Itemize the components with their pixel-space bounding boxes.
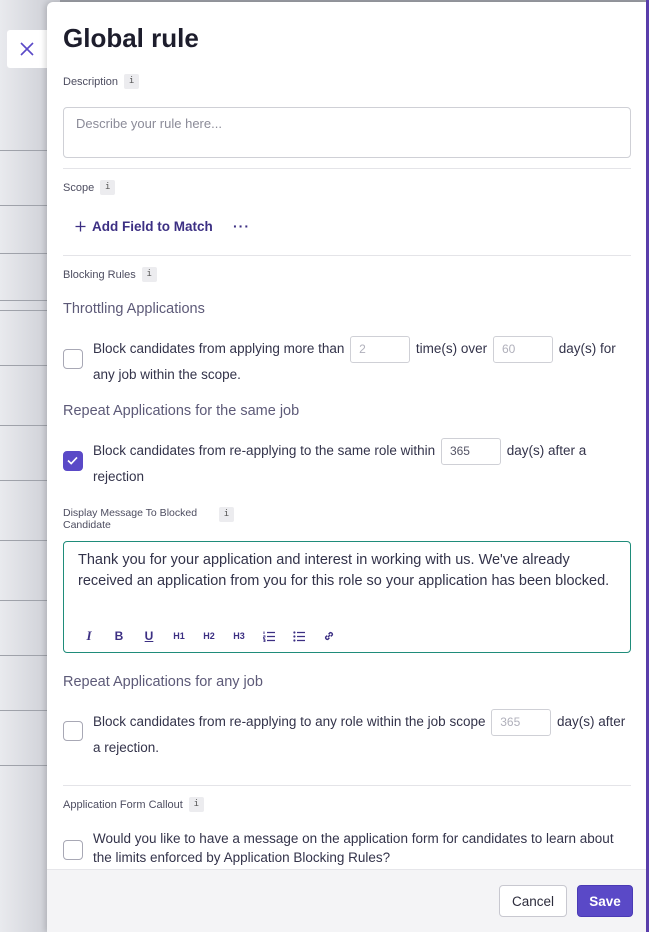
background-divider <box>0 300 48 301</box>
ordered-list-icon <box>262 631 275 642</box>
scope-label: Scope i <box>63 180 116 195</box>
divider <box>63 785 631 786</box>
throttling-section-title: Throttling Applications <box>63 301 205 317</box>
background-divider <box>0 425 48 426</box>
add-field-label: Add Field to Match <box>92 219 213 234</box>
blocking-rules-label: Blocking Rules i <box>63 267 157 282</box>
description-label-text: Description <box>63 75 119 88</box>
add-field-to-match-button[interactable]: Add Field to Match <box>75 219 213 234</box>
any-job-text-after: day(s) after <box>557 714 626 730</box>
throttling-checkbox[interactable] <box>63 349 83 369</box>
rule-editor-panel: Global rule Description i Describe your … <box>47 2 646 932</box>
info-icon[interactable]: i <box>219 507 234 522</box>
heading1-button[interactable]: H1 <box>164 628 194 644</box>
background-divider <box>0 150 48 151</box>
background-divider <box>0 710 48 711</box>
close-panel-button[interactable] <box>7 30 47 68</box>
background-divider <box>0 365 48 366</box>
italic-button[interactable]: I <box>74 628 104 644</box>
ordered-list-button[interactable] <box>254 628 284 644</box>
throttling-text-line2: any job within the scope. <box>93 367 241 382</box>
same-job-text-line2: rejection <box>93 469 145 484</box>
description-label: Description i <box>63 74 140 89</box>
any-job-text-line2: a rejection. <box>93 740 160 755</box>
any-job-rule-text: Block candidates from re-applying to any… <box>93 709 638 759</box>
heading2-button[interactable]: H2 <box>194 628 224 644</box>
throttling-days-input[interactable]: 60 <box>492 336 553 363</box>
save-button[interactable]: Save <box>577 885 633 917</box>
background-divider <box>0 765 48 766</box>
underline-button[interactable]: U <box>134 628 164 644</box>
same-job-days-input[interactable]: 365 <box>440 438 501 465</box>
background-divider <box>0 600 48 601</box>
display-message-label-line2: Candidate <box>63 519 111 531</box>
any-job-text-before: Block candidates from re-applying to any… <box>93 714 486 730</box>
cancel-button[interactable]: Cancel <box>499 885 567 917</box>
display-message-text[interactable]: Thank you for your application and inter… <box>78 550 618 592</box>
background-divider <box>0 480 48 481</box>
same-job-days-value: 365 <box>449 444 470 458</box>
any-job-section-title: Repeat Applications for any job <box>63 674 263 690</box>
heading3-button[interactable]: H3 <box>224 628 254 644</box>
same-job-text-before: Block candidates from re-applying to the… <box>93 443 436 459</box>
same-job-rule-text: Block candidates from re-applying to the… <box>93 438 633 488</box>
callout-label-text: Application Form Callout <box>63 798 183 811</box>
throttling-count-placeholder: 2 <box>359 342 366 356</box>
callout-text-line1: Would you like to have a message on the … <box>93 831 614 846</box>
throttling-count-input[interactable]: 2 <box>350 336 411 363</box>
background-divider <box>0 205 48 206</box>
divider <box>63 255 631 256</box>
same-job-section-title: Repeat Applications for the same job <box>63 403 300 419</box>
checkmark-icon <box>67 456 78 465</box>
bullet-list-icon <box>292 630 305 642</box>
info-icon[interactable]: i <box>188 797 204 812</box>
scope-label-text: Scope <box>63 181 95 194</box>
callout-checkbox[interactable] <box>63 840 83 860</box>
blocking-rules-label-text: Blocking Rules <box>63 268 136 281</box>
throttling-text-middle: time(s) over <box>415 341 488 357</box>
throttling-days-placeholder: 60 <box>501 342 516 356</box>
callout-text: Would you like to have a message on the … <box>93 829 638 867</box>
throttling-rule-text: Block candidates from applying more than… <box>93 336 633 386</box>
link-icon <box>324 631 334 641</box>
same-job-text-after: day(s) after a <box>506 443 587 459</box>
rich-text-toolbar: I B U H1 H2 H3 <box>74 628 344 644</box>
divider <box>63 168 631 169</box>
any-job-days-placeholder: 365 <box>500 715 521 729</box>
any-job-checkbox[interactable] <box>63 721 83 741</box>
display-message-label-text: Display Message To Blocked Candidate <box>63 507 213 531</box>
bold-button[interactable]: B <box>104 628 134 644</box>
any-job-days-input[interactable]: 365 <box>491 709 552 736</box>
plus-icon <box>75 221 86 232</box>
description-placeholder: Describe your rule here... <box>76 116 222 131</box>
background-divider <box>0 540 48 541</box>
callout-label: Application Form Callout i <box>63 797 204 812</box>
bullet-list-button[interactable] <box>284 628 314 644</box>
info-icon[interactable]: i <box>124 74 140 89</box>
throttling-text-before: Block candidates from applying more than <box>93 341 345 357</box>
panel-footer: Cancel Save <box>47 869 646 932</box>
info-icon[interactable]: i <box>100 180 116 195</box>
same-job-checkbox[interactable] <box>63 451 83 471</box>
link-button[interactable] <box>314 628 344 644</box>
more-options-button[interactable]: ··· <box>233 218 250 234</box>
background-divider <box>0 253 48 254</box>
display-message-label: Display Message To Blocked Candidate i <box>63 507 234 531</box>
throttling-text-after: day(s) for <box>558 341 616 357</box>
close-icon <box>20 42 34 56</box>
page-title: Global rule <box>63 23 199 53</box>
info-icon[interactable]: i <box>141 267 157 282</box>
description-textarea[interactable]: Describe your rule here... <box>63 107 631 158</box>
display-message-label-line1: Display Message To Blocked <box>63 507 198 519</box>
display-message-editor[interactable]: Thank you for your application and inter… <box>63 541 631 653</box>
callout-text-line2: the limits enforced by Application Block… <box>93 850 391 865</box>
background-divider <box>0 655 48 656</box>
background-divider <box>0 310 48 311</box>
